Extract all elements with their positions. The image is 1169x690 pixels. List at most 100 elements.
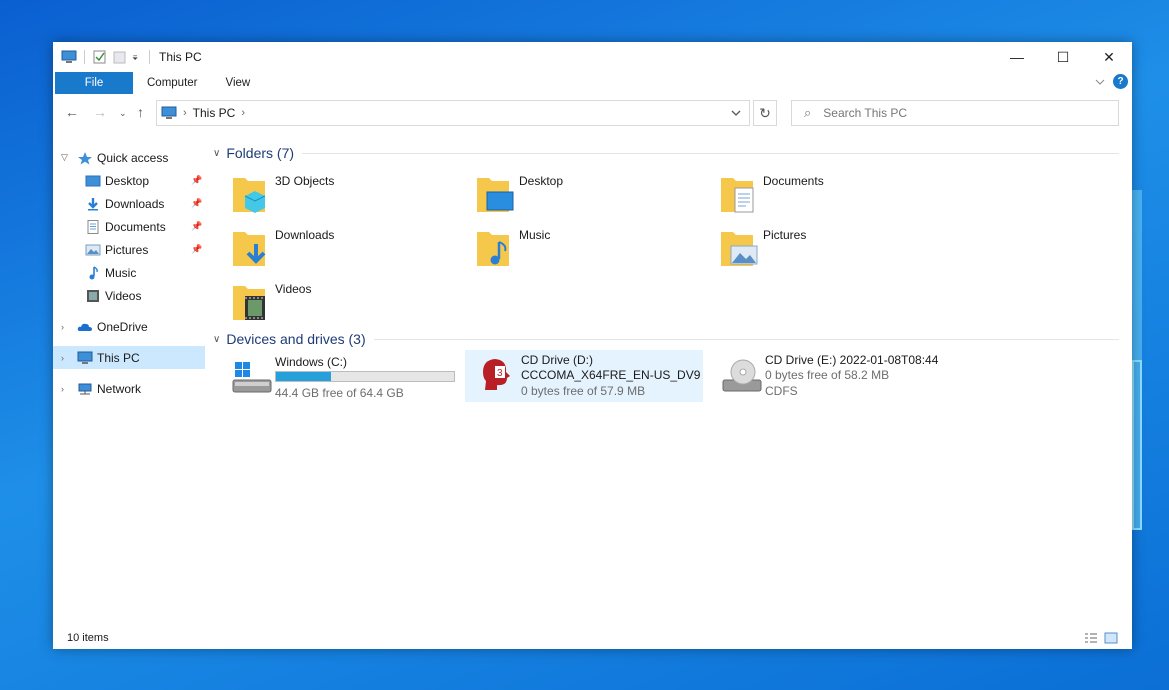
minimize-button[interactable]: — bbox=[994, 42, 1040, 72]
large-icons-view-icon[interactable] bbox=[1104, 632, 1118, 644]
search-placeholder: Search This PC bbox=[823, 106, 908, 120]
sidebar-item-label: Network bbox=[97, 381, 142, 396]
sidebar-item-desktop[interactable]: Desktop 📌 bbox=[53, 169, 205, 192]
drive-label: CD Drive (D:) bbox=[521, 353, 593, 367]
drive-volume-name: CCCOMA_X64FRE_EN-US_DV9 bbox=[521, 368, 701, 382]
sidebar-item-label: Videos bbox=[105, 288, 142, 303]
cd-drive-icon bbox=[722, 359, 762, 392]
cd-drive-logo-icon: 3 bbox=[483, 359, 510, 390]
refresh-button[interactable]: ↻ bbox=[753, 100, 777, 126]
folder-label: Desktop bbox=[519, 174, 564, 188]
close-button[interactable]: ✕ bbox=[1086, 42, 1132, 72]
pin-icon[interactable]: 📌 bbox=[191, 244, 202, 255]
folder-label: Downloads bbox=[275, 228, 335, 242]
status-bar: 10 items bbox=[53, 627, 1132, 649]
address-bar[interactable]: › This PC › bbox=[156, 100, 750, 126]
folder-videos[interactable]: Videos bbox=[213, 276, 443, 326]
folder-desktop[interactable]: Desktop bbox=[457, 168, 687, 218]
folder-3d-objects[interactable]: 3D Objects bbox=[213, 168, 443, 218]
music-icon bbox=[89, 265, 98, 279]
computer-icon bbox=[161, 106, 177, 119]
expanded-chevron-icon[interactable]: ▽ bbox=[61, 152, 68, 163]
sidebar-item-label: This PC bbox=[97, 350, 140, 365]
videos-icon bbox=[87, 289, 99, 302]
sidebar-item-label: OneDrive bbox=[97, 319, 148, 334]
recent-locations-icon[interactable]: ⌄ bbox=[119, 108, 127, 119]
ribbon-right-controls: ? bbox=[1095, 74, 1128, 89]
pin-icon[interactable]: 📌 bbox=[191, 175, 202, 186]
sidebar-item-music[interactable]: Music bbox=[53, 261, 205, 284]
sidebar-item-documents[interactable]: Documents 📌 bbox=[53, 215, 205, 238]
chevron-down-icon[interactable]: ∨ bbox=[213, 334, 220, 345]
desktop-glow-frame bbox=[1132, 360, 1142, 530]
downloads-icon bbox=[88, 197, 98, 210]
item-count: 10 items bbox=[67, 632, 109, 644]
computer-icon bbox=[77, 351, 93, 364]
folder-label: Documents bbox=[763, 174, 824, 188]
sidebar-item-quick-access[interactable]: ▽ Quick access bbox=[53, 146, 205, 169]
pictures-folder-icon bbox=[721, 232, 758, 266]
breadcrumb-chevron[interactable]: › bbox=[241, 107, 245, 119]
breadcrumb-chevron[interactable]: › bbox=[183, 107, 187, 119]
drive-usage-bar bbox=[275, 371, 455, 382]
pin-icon[interactable]: 📌 bbox=[191, 221, 202, 232]
collapsed-chevron-icon[interactable]: › bbox=[61, 353, 64, 363]
music-folder-icon bbox=[477, 232, 509, 266]
sidebar-item-label: Desktop bbox=[105, 173, 150, 188]
properties-icon[interactable] bbox=[92, 50, 108, 64]
breadcrumb-this-pc[interactable]: This PC bbox=[193, 106, 236, 120]
customize-toolbar-icon[interactable] bbox=[132, 50, 142, 64]
folders-group-header[interactable]: ∨ Folders (7) bbox=[213, 142, 1119, 164]
folder-downloads[interactable]: Downloads bbox=[213, 222, 443, 272]
new-folder-icon[interactable] bbox=[112, 50, 128, 64]
drive-label: CD Drive (E:) 2022-01-08T08:44 bbox=[765, 353, 939, 367]
drive-cd-e[interactable]: CD Drive (E:) 2022-01-08T08:44 0 bytes f… bbox=[709, 350, 947, 402]
folder-documents[interactable]: Documents bbox=[701, 168, 931, 218]
tab-view[interactable]: View bbox=[212, 72, 265, 94]
up-arrow-icon[interactable]: ↑ bbox=[137, 104, 144, 120]
3d-objects-folder-icon bbox=[233, 178, 266, 213]
sidebar-item-pictures[interactable]: Pictures 📌 bbox=[53, 238, 205, 261]
chevron-down-icon[interactable]: ∨ bbox=[213, 148, 220, 159]
quick-access-toolbar bbox=[61, 50, 153, 64]
drive-cd-d[interactable]: 3 CD Drive (D:) CCCOMA_X64FRE_EN-US_DV9 … bbox=[465, 350, 703, 402]
folder-music[interactable]: Music bbox=[457, 222, 687, 272]
search-input[interactable]: ⌕ Search This PC bbox=[791, 100, 1119, 126]
folder-pictures[interactable]: Pictures bbox=[701, 222, 931, 272]
details-view-icon[interactable] bbox=[1084, 632, 1098, 644]
maximize-button[interactable]: ☐ bbox=[1040, 42, 1086, 72]
folder-label: 3D Objects bbox=[275, 174, 335, 188]
collapsed-chevron-icon[interactable]: › bbox=[61, 384, 64, 394]
back-arrow-icon[interactable]: ← bbox=[65, 104, 79, 120]
forward-arrow-icon[interactable]: → bbox=[93, 104, 107, 120]
drive-label: Windows (C:) bbox=[275, 355, 348, 369]
documents-icon bbox=[87, 219, 99, 234]
drive-windows-c[interactable]: Windows (C:) 44.4 GB free of 64.4 GB bbox=[219, 352, 457, 404]
toolbar-separator bbox=[149, 50, 150, 64]
tab-file[interactable]: File bbox=[55, 72, 133, 94]
group-title: Devices and drives (3) bbox=[226, 331, 366, 347]
drive-free-space: 0 bytes free of 58.2 MB bbox=[765, 368, 890, 382]
sidebar-item-network[interactable]: › Network bbox=[53, 377, 205, 400]
explorer-window: This PC — ☐ ✕ File Computer View ? ← → ⌄… bbox=[53, 42, 1132, 649]
sidebar-item-videos[interactable]: Videos bbox=[53, 284, 205, 307]
downloads-folder-icon bbox=[233, 232, 266, 266]
window-title: This PC bbox=[159, 50, 202, 64]
drive-file-system: CDFS bbox=[765, 384, 798, 398]
address-dropdown-icon[interactable] bbox=[731, 106, 741, 120]
svg-text:3: 3 bbox=[497, 368, 503, 379]
sidebar-item-this-pc[interactable]: › This PC bbox=[53, 346, 205, 369]
group-divider bbox=[373, 338, 1119, 340]
pin-icon[interactable]: 📌 bbox=[191, 198, 202, 209]
sidebar-item-onedrive[interactable]: › OneDrive bbox=[53, 315, 205, 338]
sidebar-item-downloads[interactable]: Downloads 📌 bbox=[53, 192, 205, 215]
title-bar: This PC — ☐ ✕ bbox=[53, 42, 1132, 72]
drives-group-header[interactable]: ∨ Devices and drives (3) bbox=[213, 328, 1119, 350]
help-icon[interactable]: ? bbox=[1113, 74, 1128, 89]
group-divider bbox=[302, 152, 1119, 154]
expand-ribbon-icon[interactable] bbox=[1095, 78, 1105, 86]
collapsed-chevron-icon[interactable]: › bbox=[61, 322, 64, 332]
tab-computer[interactable]: Computer bbox=[133, 72, 212, 94]
